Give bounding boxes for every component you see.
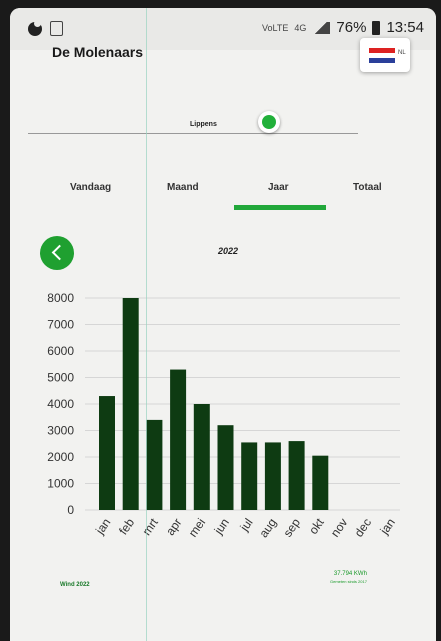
yearly-bar-chart: 010002000300040005000600070008000jan feb m… [47, 291, 400, 540]
bar-jun [217, 425, 234, 510]
app-screen: VoLTE 4G 76% 13:54 De Molenaars NL Lippe… [10, 8, 436, 641]
y-tick-label: 5000 [47, 371, 74, 385]
legend-wind: Wind 2022 [60, 582, 90, 588]
x-tick-label: jan [377, 516, 398, 538]
x-tick-label: dec [352, 516, 375, 540]
y-tick-label: 3000 [47, 424, 74, 438]
x-tick-label: sep [280, 515, 303, 539]
y-tick-label: 7000 [47, 318, 74, 332]
x-tick-label: aug [256, 516, 279, 540]
x-tick-label: apr [163, 516, 184, 538]
x-tick-label: jun [211, 516, 232, 538]
y-tick-label: 2000 [47, 450, 74, 464]
x-tick-label: feb [116, 515, 137, 537]
legend-total-note: Gemeten sinds 2017 [330, 579, 367, 584]
x-tick-label: jul [237, 516, 256, 535]
y-tick-label: 1000 [47, 477, 74, 491]
legend-total: 37.794 KWh Gemeten sinds 2017 [330, 570, 367, 586]
bar-mei [193, 404, 210, 510]
bar-aug [264, 442, 281, 510]
bar-jul [241, 442, 258, 510]
y-tick-label: 8000 [47, 291, 74, 305]
x-tick-label: mei [186, 516, 209, 540]
y-tick-label: 4000 [47, 397, 74, 411]
bar-okt [312, 455, 329, 510]
green-guide-line [146, 8, 147, 641]
y-tick-label: 0 [67, 503, 74, 517]
bar-jan [99, 396, 115, 510]
y-tick-label: 6000 [47, 344, 74, 358]
x-tick-label: jan [92, 516, 113, 538]
x-tick-label: mrt [139, 515, 161, 538]
x-tick-label: okt [306, 515, 327, 537]
bar-mrt [146, 419, 163, 510]
bar-sep [288, 441, 305, 510]
bar-feb [122, 298, 139, 510]
x-tick-label: nov [328, 516, 351, 540]
bar-apr [170, 369, 187, 510]
legend-total-value: 37.794 KWh [333, 571, 367, 577]
